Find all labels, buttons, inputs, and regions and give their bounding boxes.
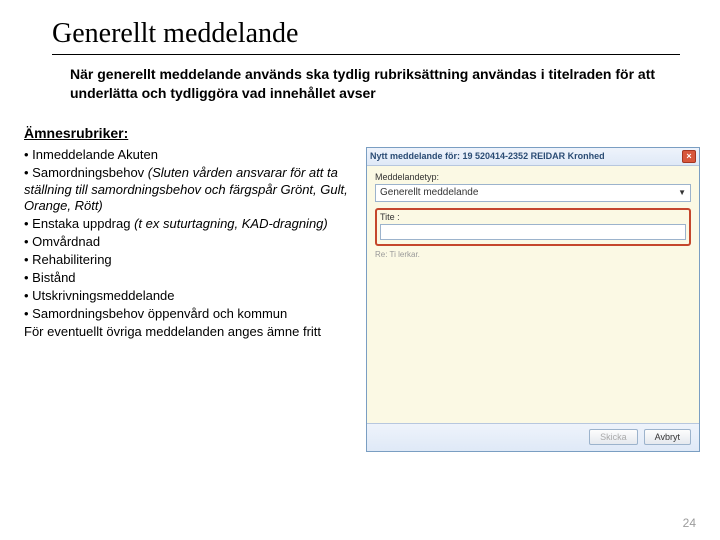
message-type-value: Generellt meddelande <box>380 187 478 198</box>
message-type-label: Meddelandetyp: <box>375 172 691 182</box>
chevron-down-icon: ▼ <box>678 188 686 197</box>
subject-headings-label: Ämnesrubriker: <box>24 125 700 141</box>
list-item: • Enstaka uppdrag (t ex suturtagning, KA… <box>24 216 356 233</box>
send-button[interactable]: Skicka <box>589 429 638 445</box>
list-item-label: • Enstaka uppdrag <box>24 216 134 231</box>
list-tail-note: För eventuellt övriga meddelanden anges … <box>24 324 356 341</box>
dialog-title: Nytt meddelande för: 19 520414-2352 REID… <box>370 151 605 161</box>
list-item: • Samordningsbehov öppenvård och kommun <box>24 306 356 323</box>
title-field-highlight: Tite : <box>375 208 691 246</box>
bullet-list: • Inmeddelande Akuten • Samordningsbehov… <box>20 147 356 452</box>
close-icon[interactable]: × <box>682 150 696 163</box>
list-item: • Inmeddelande Akuten <box>24 147 356 164</box>
page-number: 24 <box>683 516 696 530</box>
list-item: • Rehabilitering <box>24 252 356 269</box>
list-item-paren: (t ex suturtagning, KAD-dragning) <box>134 216 328 231</box>
list-item: • Utskrivningsmeddelande <box>24 288 356 305</box>
slide-title: Generellt meddelande <box>52 18 680 55</box>
list-item-label: • Samordningsbehov <box>24 165 148 180</box>
message-type-select[interactable]: Generellt meddelande ▼ <box>375 184 691 202</box>
list-item: • Bistånd <box>24 270 356 287</box>
title-label: Tite : <box>380 212 686 222</box>
message-body-textarea[interactable] <box>375 259 691 423</box>
cancel-button[interactable]: Avbryt <box>644 429 691 445</box>
list-item: • Omvårdnad <box>24 234 356 251</box>
dialog-titlebar: Nytt meddelande för: 19 520414-2352 REID… <box>367 148 699 166</box>
title-input[interactable] <box>380 224 686 240</box>
message-dialog: Nytt meddelande för: 19 520414-2352 REID… <box>366 147 700 452</box>
title-hint: Re: Ti lerkar. <box>375 250 691 259</box>
intro-text: När generellt meddelande används ska tyd… <box>70 65 670 103</box>
dialog-footer: Skicka Avbryt <box>367 423 699 451</box>
list-item: • Samordningsbehov (Sluten vården ansvar… <box>24 165 356 216</box>
